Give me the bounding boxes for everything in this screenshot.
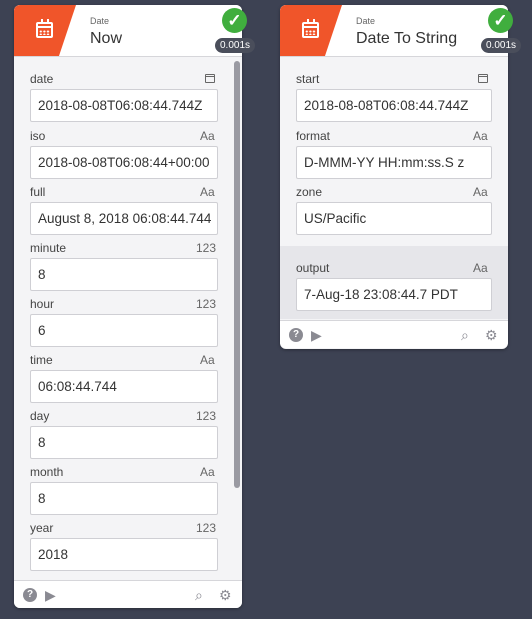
node-header[interactable]: Date Date To String: [280, 5, 508, 57]
date-to-string-node[interactable]: Date Date To String ✓ 0.001s start 2018-…: [280, 5, 522, 349]
start-field[interactable]: 2018-08-08T06:08:44.744Z: [296, 89, 492, 122]
field-label-iso: iso: [30, 129, 46, 143]
time-field[interactable]: 06:08:44.744: [30, 370, 218, 403]
node-kind: Date: [90, 16, 110, 26]
minute-field[interactable]: 8: [30, 258, 218, 291]
field-type-number: 123: [196, 409, 217, 423]
field-label-format: format: [296, 129, 331, 143]
node-header[interactable]: Date Now: [14, 5, 242, 57]
field-label-hour: hour: [30, 297, 55, 311]
node-type-badge: [280, 5, 342, 56]
month-field[interactable]: 8: [30, 482, 218, 515]
day-field[interactable]: 8: [30, 426, 218, 459]
timing-badge: 0.001s: [481, 38, 522, 53]
search-icon[interactable]: ⌕: [461, 327, 469, 343]
full-field[interactable]: August 8, 2018 06:08:44.744: [30, 202, 218, 235]
field-type-text: Aa: [200, 465, 215, 479]
field-label-zone: zone: [296, 185, 323, 199]
field-label-start: start: [296, 72, 320, 86]
help-icon[interactable]: ?: [289, 328, 303, 342]
field-type-text: Aa: [473, 185, 488, 199]
node-footer: ? ▶ ⌕ ⚙: [280, 320, 508, 348]
search-icon[interactable]: ⌕: [195, 587, 203, 603]
node-title: Now: [90, 30, 123, 47]
calendar-type-icon: [205, 72, 215, 86]
calendar-type-icon: [478, 72, 488, 86]
format-field[interactable]: D-MMM-YY HH:mm:ss.S z: [296, 146, 492, 179]
date-field[interactable]: 2018-08-08T06:08:44.744Z: [30, 89, 218, 122]
node-footer: ? ▶ ⌕ ⚙: [14, 580, 242, 608]
field-label-full: full: [30, 185, 46, 199]
output-section: output Aa 7-Aug-18 23:08:44.7 PDT: [280, 246, 508, 319]
year-field[interactable]: 2018: [30, 538, 218, 571]
field-type-text: Aa: [473, 129, 488, 143]
success-check-icon: ✓: [488, 8, 513, 33]
field-label-minute: minute: [30, 241, 67, 255]
gear-icon[interactable]: ⚙: [485, 327, 498, 343]
output-field[interactable]: 7-Aug-18 23:08:44.7 PDT: [296, 278, 492, 311]
field-type-number: 123: [196, 521, 217, 535]
play-icon[interactable]: ▶: [311, 327, 322, 343]
field-label-output: output: [296, 261, 330, 275]
calendar-icon: [302, 19, 319, 38]
scrollbar[interactable]: [234, 61, 240, 488]
field-label-month: month: [30, 465, 64, 479]
field-label-date: date: [30, 72, 54, 86]
field-type-text: Aa: [200, 353, 215, 367]
node-type-badge: [14, 5, 76, 56]
field-label-time: time: [30, 353, 53, 367]
iso-field[interactable]: 2018-08-08T06:08:44+00:00: [30, 146, 218, 179]
gear-icon[interactable]: ⚙: [219, 587, 232, 603]
timing-badge: 0.001s: [215, 38, 256, 53]
zone-field[interactable]: US/Pacific: [296, 202, 492, 235]
success-check-icon: ✓: [222, 8, 247, 33]
field-type-text: Aa: [200, 129, 215, 143]
now-node[interactable]: Date Now ✓ 0.001s date 2018-08-08T06:08:…: [14, 5, 256, 608]
field-type-number: 123: [196, 241, 217, 255]
hour-field[interactable]: 6: [30, 314, 218, 347]
field-label-year: year: [30, 521, 54, 535]
field-label-day: day: [30, 409, 50, 423]
help-icon[interactable]: ?: [23, 588, 37, 602]
field-type-text: Aa: [200, 185, 215, 199]
field-type-text: Aa: [473, 261, 488, 275]
node-kind: Date: [356, 16, 376, 26]
calendar-icon: [36, 19, 53, 38]
play-icon[interactable]: ▶: [45, 587, 56, 603]
field-type-number: 123: [196, 297, 217, 311]
node-title: Date To String: [356, 30, 458, 47]
